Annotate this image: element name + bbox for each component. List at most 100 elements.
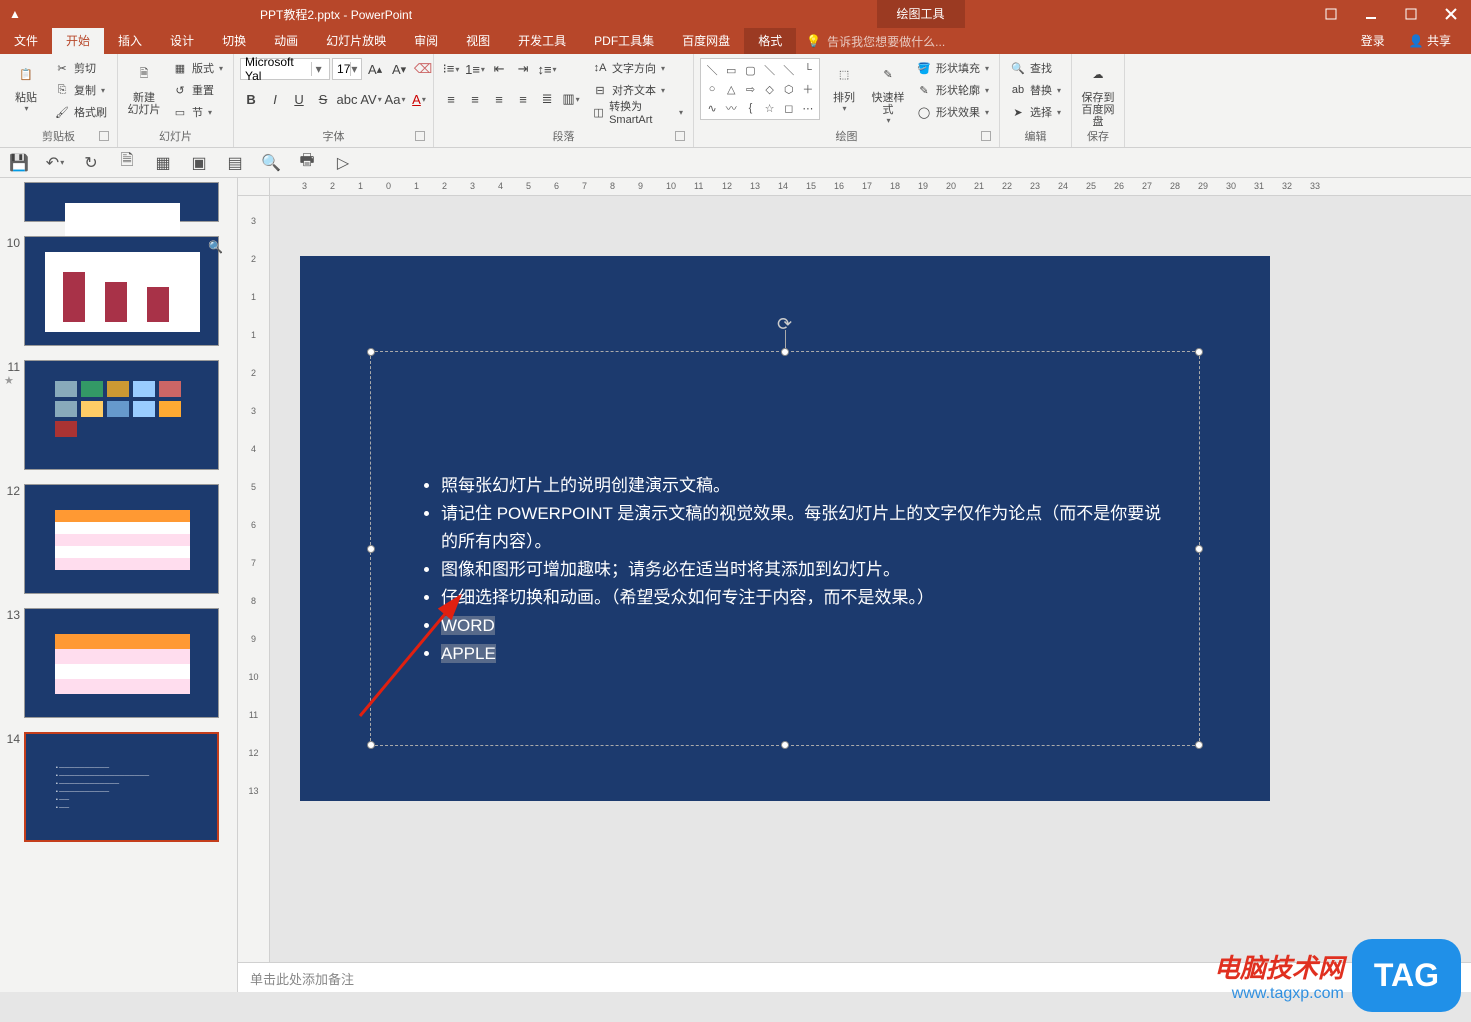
numbering-button[interactable]: 1≡▾ — [464, 58, 486, 80]
justify-button[interactable]: ≡ — [512, 88, 534, 110]
find-button[interactable]: 🔍查找 — [1006, 58, 1065, 78]
tab-home[interactable]: 开始 — [52, 28, 104, 54]
qat-icon-6[interactable]: 🖶 — [296, 152, 318, 174]
align-right-button[interactable]: ≡ — [488, 88, 510, 110]
shape-more-icon[interactable]: ⋯ — [799, 99, 817, 117]
arrange-button[interactable]: ⬚ 排列▾ — [824, 58, 864, 113]
bullets-button[interactable]: ⁝≡▾ — [440, 58, 462, 80]
vertical-ruler[interactable]: 32112345678910111213 — [238, 196, 270, 962]
align-text-button[interactable]: ⊟对齐文本▾ — [588, 80, 687, 100]
cut-button[interactable]: ✂剪切 — [50, 58, 111, 78]
format-painter-button[interactable]: 🖌格式刷 — [50, 102, 111, 122]
thumbnail-10[interactable]: 10 🔍 — [0, 232, 237, 356]
list-item-selected[interactable]: WORD — [441, 612, 1169, 640]
shape-line-icon[interactable]: ＼ — [703, 61, 721, 79]
ribbon-display-options[interactable] — [1311, 0, 1351, 28]
thumbnail-11[interactable]: 11 ★ — [0, 356, 237, 480]
dialog-launcher[interactable] — [99, 131, 109, 141]
align-center-button[interactable]: ≡ — [464, 88, 486, 110]
tab-pdf[interactable]: PDF工具集 — [580, 28, 668, 54]
clear-formatting-button[interactable]: ⌫ — [412, 58, 434, 80]
bullet-list[interactable]: 照每张幻灯片上的说明创建演示文稿。 请记住 POWERPOINT 是演示文稿的视… — [371, 352, 1199, 668]
resize-handle[interactable] — [367, 545, 375, 553]
replace-button[interactable]: ab替换▾ — [1006, 80, 1065, 100]
thumbnail-14[interactable]: 14 • ——————————• ——————————————————• ———… — [0, 728, 237, 852]
shape-fill-button[interactable]: 🪣形状填充▾ — [912, 58, 993, 78]
convert-smartart-button[interactable]: ◫转换为 SmartArt▾ — [588, 102, 687, 122]
resize-handle[interactable] — [781, 348, 789, 356]
redo-button[interactable]: ↻ — [80, 152, 102, 174]
list-item[interactable]: 请记住 POWERPOINT 是演示文稿的视觉效果。每张幻灯片上的文字仅作为论点… — [441, 500, 1169, 556]
reset-button[interactable]: ↺重置 — [168, 80, 227, 100]
shape-star-icon[interactable]: ☆ — [761, 99, 779, 117]
slide-thumbnails-panel[interactable]: 10 🔍 11 ★ 12 13 14 • ——————————• ———————… — [0, 178, 238, 992]
list-item[interactable]: 图像和图形可增加趣味；请务必在适当时将其添加到幻灯片。 — [441, 556, 1169, 584]
line-spacing-button[interactable]: ↕≡▾ — [536, 58, 558, 80]
tell-me-search[interactable]: 💡 告诉我您想要做什么... — [796, 33, 955, 50]
font-name-combo[interactable]: Microsoft Yal▾ — [240, 58, 330, 80]
font-size-combo[interactable]: 17▾ — [332, 58, 362, 80]
qat-icon-4[interactable]: ▤ — [224, 152, 246, 174]
list-item-selected[interactable]: APPLE — [441, 640, 1169, 668]
shape-rounded-rect-icon[interactable]: ▢ — [741, 61, 759, 79]
list-item[interactable]: 照每张幻灯片上的说明创建演示文稿。 — [441, 472, 1169, 500]
tab-format[interactable]: 格式 — [744, 28, 796, 54]
shape-effects-button[interactable]: ◯形状效果▾ — [912, 102, 993, 122]
increase-font-button[interactable]: A▴ — [364, 58, 386, 80]
tab-animations[interactable]: 动画 — [260, 28, 312, 54]
dialog-launcher[interactable] — [981, 131, 991, 141]
shape-freeform-icon[interactable]: 〰 — [722, 99, 740, 117]
paste-button[interactable]: 📋 粘贴 ▾ — [6, 58, 46, 113]
select-button[interactable]: ➤选择▾ — [1006, 102, 1065, 122]
current-slide[interactable]: ⟳ 照每张幻灯片上的说明创建演示文稿。 请记住 POWERPOINT 是演示文稿… — [300, 256, 1270, 801]
minimize-button[interactable] — [1351, 0, 1391, 28]
new-slide-button[interactable]: 🗎 新建 幻灯片 — [124, 58, 164, 116]
distribute-button[interactable]: ≣ — [536, 88, 558, 110]
bold-button[interactable]: B — [240, 88, 262, 110]
resize-handle[interactable] — [1195, 741, 1203, 749]
share-button[interactable]: 👤 共享 — [1399, 29, 1461, 53]
save-button[interactable]: 💾 — [8, 152, 30, 174]
shape-arrow-icon[interactable]: ⇨ — [741, 80, 759, 98]
columns-button[interactable]: ▥▾ — [560, 88, 582, 110]
section-button[interactable]: ▭节▾ — [168, 102, 227, 122]
shape-plus-icon[interactable]: ＋ — [799, 80, 817, 98]
dialog-launcher[interactable] — [675, 131, 685, 141]
increase-indent-button[interactable]: ⇥ — [512, 58, 534, 80]
shape-connector-icon[interactable]: └ — [799, 61, 817, 79]
tab-transitions[interactable]: 切换 — [208, 28, 260, 54]
decrease-font-button[interactable]: A▾ — [388, 58, 410, 80]
char-spacing-button[interactable]: AV▾ — [360, 88, 382, 110]
thumbnail-12[interactable]: 12 — [0, 480, 237, 604]
qat-icon-2[interactable]: ▦ — [152, 152, 174, 174]
change-case-button[interactable]: Aa▾ — [384, 88, 406, 110]
list-item[interactable]: 仔细选择切换和动画。（希望受众如何专注于内容，而不是效果。） — [441, 584, 1169, 612]
text-direction-button[interactable]: ↕A文字方向▾ — [588, 58, 687, 78]
qat-icon-7[interactable]: ▷ — [332, 152, 354, 174]
italic-button[interactable]: I — [264, 88, 286, 110]
shape-rect-icon[interactable]: ▭ — [722, 61, 740, 79]
font-color-button[interactable]: A▾ — [408, 88, 430, 110]
tab-insert[interactable]: 插入 — [104, 28, 156, 54]
shape-triangle-icon[interactable]: △ — [722, 80, 740, 98]
login-button[interactable]: 登录 — [1351, 29, 1395, 53]
thumbnail-13[interactable]: 13 — [0, 604, 237, 728]
save-to-baidu-button[interactable]: ☁ 保存到 百度网盘 — [1078, 58, 1118, 128]
resize-handle[interactable] — [367, 348, 375, 356]
qat-icon-1[interactable]: 🗎 — [116, 152, 138, 174]
strikethrough-button[interactable]: S — [312, 88, 334, 110]
shape-hexagon-icon[interactable]: ⬡ — [780, 80, 798, 98]
shape-line2-icon[interactable]: ＼ — [761, 61, 779, 79]
shape-line3-icon[interactable]: ＼ — [780, 61, 798, 79]
horizontal-ruler[interactable]: 3210123456789101112131415161718192021222… — [238, 178, 1471, 196]
qat-icon-5[interactable]: 🔍 — [260, 152, 282, 174]
shape-outline-button[interactable]: ✎形状轮廓▾ — [912, 80, 993, 100]
shadow-button[interactable]: abc — [336, 88, 358, 110]
close-button[interactable] — [1431, 0, 1471, 28]
shape-oval-icon[interactable]: ○ — [703, 80, 721, 98]
resize-handle[interactable] — [1195, 348, 1203, 356]
copy-button[interactable]: ⎘复制▾ — [50, 80, 111, 100]
tab-developer[interactable]: 开发工具 — [504, 28, 580, 54]
quick-styles-button[interactable]: ✎ 快速样式▾ — [868, 58, 908, 125]
resize-handle[interactable] — [781, 741, 789, 749]
